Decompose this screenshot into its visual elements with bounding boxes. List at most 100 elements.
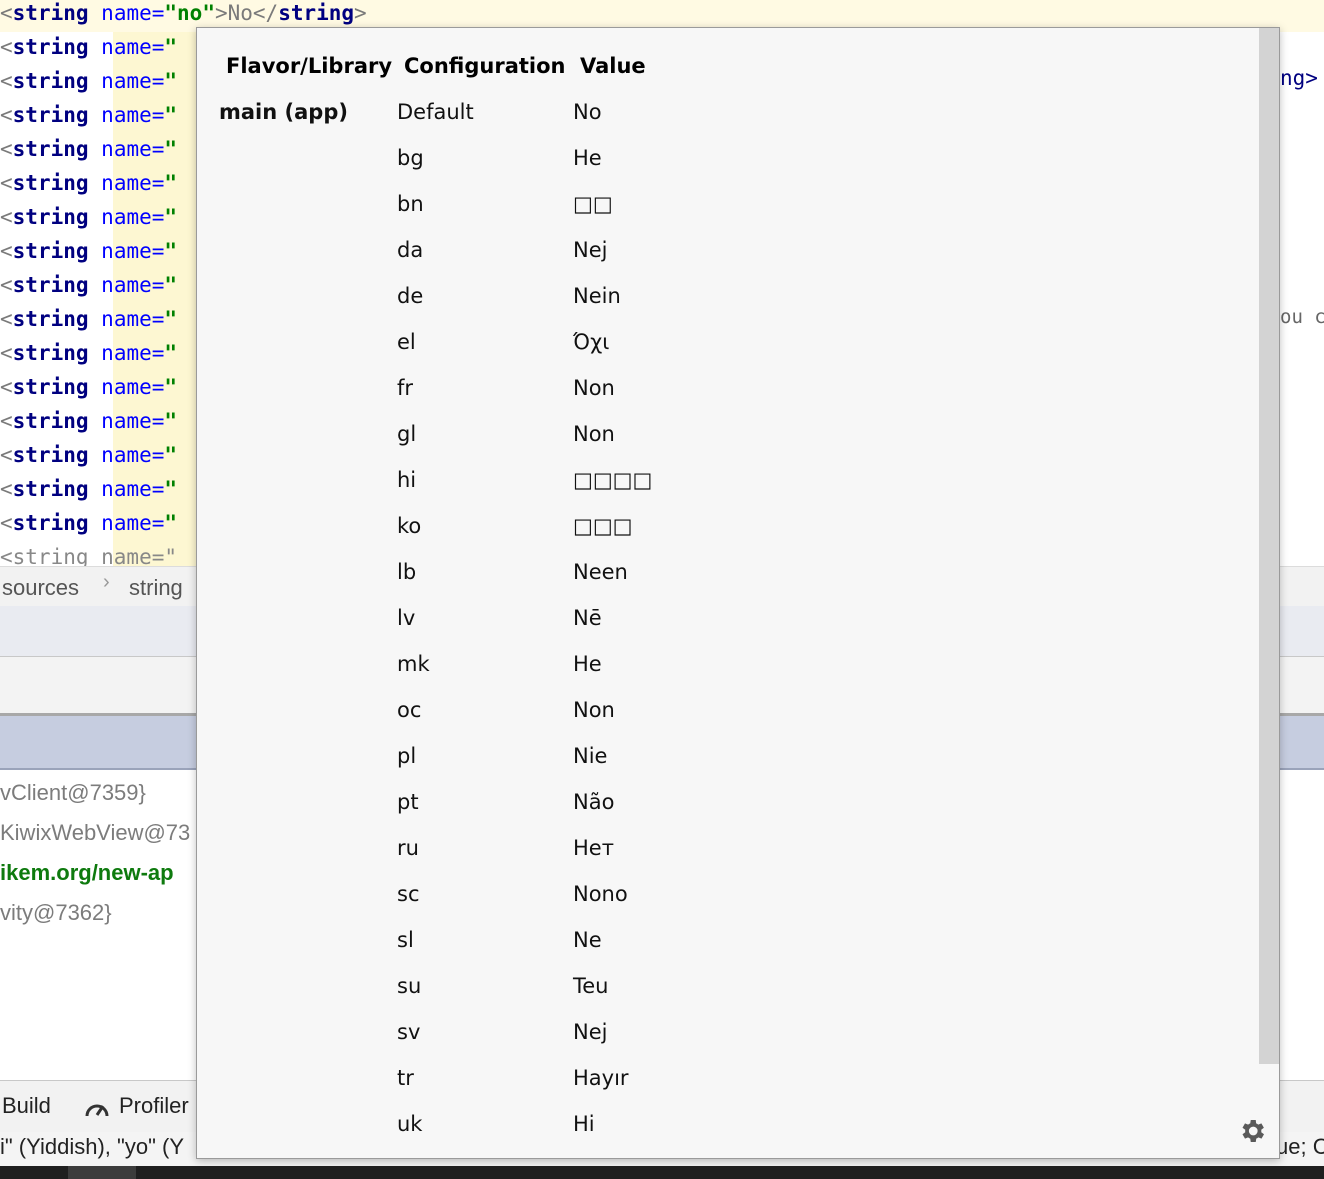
code-fragment-right: ng> (1280, 66, 1318, 90)
translation-row[interactable]: sv Nej (197, 1020, 1247, 1066)
build-tool-button[interactable]: Build (2, 1093, 51, 1119)
translation-config: su (397, 974, 422, 998)
translations-popup: Flavor/Library Configuration Value main … (196, 27, 1280, 1159)
translation-config: lb (397, 560, 417, 584)
translation-value: Nie (573, 744, 608, 768)
translation-value: Hi (573, 1112, 595, 1136)
breadcrumb-item-resources[interactable]: sources (2, 575, 79, 601)
translation-config: tr (397, 1066, 414, 1090)
translation-row[interactable]: hi □□□□ (197, 468, 1247, 514)
variable-row[interactable]: vClient@7359} (0, 780, 146, 806)
translation-value: □□ (573, 192, 613, 216)
translation-config: pl (397, 744, 417, 768)
translation-value: Non (573, 698, 615, 722)
translation-config: da (397, 238, 424, 262)
translation-row[interactable]: bg He (197, 146, 1247, 192)
translation-value: Hayır (573, 1066, 629, 1090)
code-line[interactable]: <string name=" (0, 338, 177, 372)
translation-config: uk (397, 1112, 423, 1136)
gear-icon[interactable] (1237, 1116, 1267, 1146)
translation-value: Όχι (573, 330, 610, 354)
code-line[interactable]: <string name=" (0, 508, 177, 542)
translation-config: sl (397, 928, 414, 952)
translation-row[interactable]: su Teu (197, 974, 1247, 1020)
variable-row[interactable]: KiwixWebView@73 (0, 820, 190, 846)
column-header-configuration: Configuration (404, 54, 566, 78)
translation-row[interactable]: mk He (197, 652, 1247, 698)
code-line-partial[interactable]: <string name=" (0, 542, 177, 566)
translation-row[interactable]: pt Não (197, 790, 1247, 836)
code-line[interactable]: <string name=" (0, 168, 177, 202)
translation-row[interactable]: ko □□□ (197, 514, 1247, 560)
code-line[interactable]: <string name=" (0, 440, 177, 474)
translation-row[interactable]: lv Nē (197, 606, 1247, 652)
translation-value: Teu (573, 974, 609, 998)
translation-value: Nein (573, 284, 621, 308)
translation-config: hi (397, 468, 417, 492)
translation-row[interactable]: ru Нет (197, 836, 1247, 882)
translation-value: □□□□ (573, 468, 653, 492)
variable-row[interactable]: vity@7362} (0, 900, 112, 926)
translation-row[interactable]: bn □□ (197, 192, 1247, 238)
translation-flavor: main (app) (219, 100, 348, 124)
translation-value: He (573, 652, 602, 676)
breadcrumb-item-string[interactable]: string (129, 575, 183, 601)
code-line[interactable]: <string name=" (0, 406, 177, 440)
code-line[interactable]: <string name=" (0, 236, 177, 270)
translation-row[interactable]: lb Neen (197, 560, 1247, 606)
profiler-gauge-icon (84, 1097, 110, 1119)
code-line[interactable]: <string name=" (0, 372, 177, 406)
translation-value: He (573, 146, 602, 170)
translation-row[interactable]: tr Hayır (197, 1066, 1247, 1112)
translation-row[interactable]: de Nein (197, 284, 1247, 330)
translation-config: el (397, 330, 416, 354)
code-line[interactable]: <string name=" (0, 202, 177, 236)
code-line[interactable]: <string name=" (0, 134, 177, 168)
translation-config: sv (397, 1020, 421, 1044)
translation-config: lv (397, 606, 416, 630)
popup-scrollbar[interactable] (1259, 28, 1279, 1064)
translation-row[interactable]: main (app) Default No (197, 100, 1247, 146)
translation-value: Nono (573, 882, 628, 906)
translation-config: bg (397, 146, 424, 170)
translation-row[interactable]: sc Nono (197, 882, 1247, 928)
code-line[interactable]: <string name=" (0, 304, 177, 338)
translation-row[interactable]: pl Nie (197, 744, 1247, 790)
taskbar (0, 1166, 1324, 1179)
translation-row[interactable]: oc Non (197, 698, 1247, 744)
translation-row[interactable]: gl Non (197, 422, 1247, 468)
translation-value: Non (573, 376, 615, 400)
translation-config: de (397, 284, 424, 308)
status-text: i" (Yiddish), "yo" (Y (0, 1134, 184, 1159)
translation-config: ko (397, 514, 422, 538)
translation-value: No (573, 100, 602, 124)
translation-row[interactable]: da Nej (197, 238, 1247, 284)
code-line[interactable]: <string name=" (0, 66, 177, 100)
code-line[interactable]: <string name=" (0, 100, 177, 134)
translation-row[interactable]: fr Non (197, 376, 1247, 422)
translation-value: Nej (573, 1020, 608, 1044)
translation-value: Nej (573, 238, 608, 262)
translation-config: gl (397, 422, 417, 446)
translation-config: sc (397, 882, 420, 906)
translation-value: Não (573, 790, 615, 814)
code-fragment-right: ou c (1280, 306, 1324, 328)
translation-config: mk (397, 652, 430, 676)
translation-config: fr (397, 376, 414, 400)
translation-row[interactable]: uk Hi (197, 1112, 1247, 1158)
translation-row[interactable]: sl Ne (197, 928, 1247, 974)
translation-value: Nē (573, 606, 602, 630)
code-line[interactable]: <string name=" (0, 32, 177, 66)
translation-value: □□□ (573, 514, 633, 538)
translation-config: bn (397, 192, 424, 216)
variable-row-url[interactable]: ikem.org/new-ap (0, 860, 174, 886)
status-text-right: ue; C (1276, 1134, 1324, 1159)
profiler-tool-button[interactable]: Profiler (119, 1093, 189, 1119)
column-header-value: Value (580, 54, 646, 78)
code-line[interactable]: <string name=" (0, 474, 177, 508)
translation-value: Ne (573, 928, 602, 952)
translation-config: Default (397, 100, 474, 124)
translation-row[interactable]: el Όχι (197, 330, 1247, 376)
translation-config: oc (397, 698, 422, 722)
code-line[interactable]: <string name=" (0, 270, 177, 304)
